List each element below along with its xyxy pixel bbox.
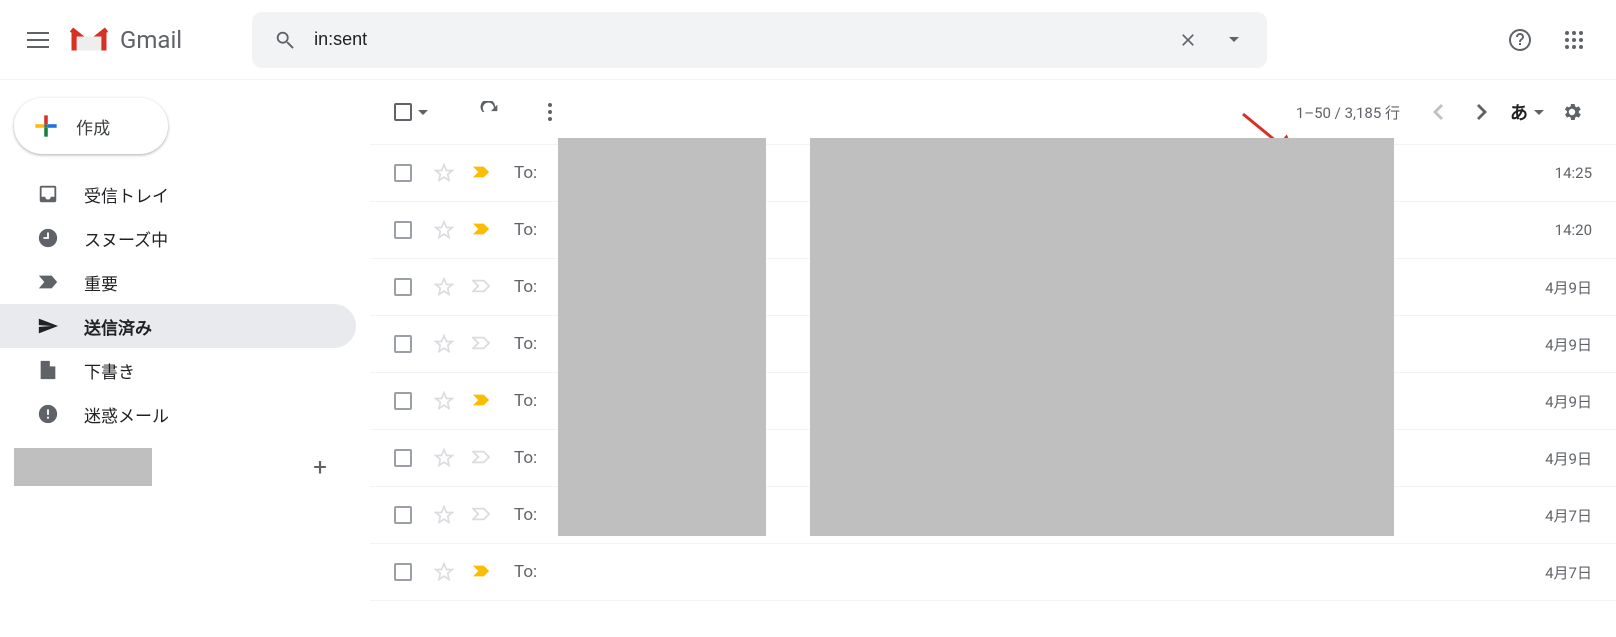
header-right [1456,16,1608,64]
importance-marker-icon[interactable] [472,450,490,466]
sidebar-item-spam[interactable]: 迷惑メール [0,392,356,436]
main-menu-button[interactable] [14,16,62,64]
content-area: 1–50 / 3,185 行 あ To: [370,80,1616,601]
inbox-icon [36,183,60,205]
importance-marker-icon[interactable] [472,165,490,181]
header-bar: Gmail [0,0,1616,80]
redacted-content-block [810,138,1394,536]
importance-marker-icon[interactable] [472,564,490,580]
importance-marker-icon[interactable] [472,222,490,238]
to-label: To: [514,220,558,240]
star-icon[interactable] [434,505,454,525]
to-label: To: [514,277,558,297]
row-checkbox[interactable] [394,392,412,410]
select-all-dropdown-icon[interactable] [418,110,428,115]
to-label: To: [514,163,558,183]
row-checkbox[interactable] [394,221,412,239]
email-time: 4月9日 [1545,334,1592,355]
star-icon[interactable] [434,448,454,468]
select-all-checkbox[interactable] [394,103,412,121]
row-checkbox[interactable] [394,449,412,467]
star-icon[interactable] [434,220,454,240]
sidebar-label-row: + [0,442,370,492]
importance-marker-icon[interactable] [472,507,490,523]
drafts-icon [36,359,60,381]
sidebar-item-sent[interactable]: 送信済み [0,304,356,348]
sidebar-item-label: 送信済み [84,314,152,339]
list-toolbar: 1–50 / 3,185 行 あ [370,80,1616,144]
email-time: 4月9日 [1545,277,1592,298]
add-label-button[interactable]: + [298,445,342,489]
refresh-button[interactable] [466,88,514,136]
gmail-logo[interactable]: Gmail [62,24,182,56]
sidebar-item-label: 受信トレイ [84,182,169,207]
sidebar-item-drafts[interactable]: 下書き [0,348,356,392]
settings-button[interactable] [1552,92,1592,132]
redacted-sender-block [558,138,766,536]
email-time: 14:20 [1555,221,1592,239]
sidebar-item-inbox[interactable]: 受信トレイ [0,172,356,216]
row-checkbox[interactable] [394,278,412,296]
importance-marker-icon[interactable] [472,336,490,352]
spam-icon [36,403,60,425]
chevron-down-icon [1534,110,1544,115]
to-label: To: [514,505,558,525]
email-row[interactable]: To: 4月7日 [370,544,1616,601]
pager-prev-button[interactable] [1418,92,1458,132]
compose-button[interactable]: 作成 [14,98,168,154]
sidebar-item-label: 迷惑メール [84,402,169,427]
sidebar: 作成 受信トレイ スヌーズ中 重要 送信済み 下書き [0,80,370,601]
gmail-logo-text: Gmail [120,26,182,54]
to-label: To: [514,562,558,582]
to-label: To: [514,448,558,468]
row-checkbox[interactable] [394,335,412,353]
pager-next-button[interactable] [1462,92,1502,132]
sidebar-item-important[interactable]: 重要 [0,260,356,304]
clear-search-icon[interactable] [1165,17,1211,63]
clock-icon [36,227,60,249]
sidebar-item-label: 下書き [84,358,135,383]
to-label: To: [514,391,558,411]
search-icon[interactable] [262,17,308,63]
sent-icon [36,316,60,336]
important-icon [36,273,60,291]
pager: 1–50 / 3,185 行 [1296,92,1502,132]
row-checkbox[interactable] [394,563,412,581]
star-icon[interactable] [434,562,454,582]
input-tools-label: あ [1510,99,1528,125]
importance-marker-icon[interactable] [472,393,490,409]
email-time: 4月9日 [1545,391,1592,412]
pager-info: 1–50 / 3,185 行 [1296,102,1400,123]
compose-plus-icon [30,110,62,142]
search-bar [252,12,1267,68]
email-time: 4月7日 [1545,505,1592,526]
star-icon[interactable] [434,334,454,354]
star-icon[interactable] [434,277,454,297]
sidebar-item-snoozed[interactable]: スヌーズ中 [0,216,356,260]
sidebar-item-label: スヌーズ中 [84,226,168,251]
support-icon[interactable] [1496,16,1544,64]
input-tools-button[interactable]: あ [1510,99,1544,125]
to-label: To: [514,334,558,354]
row-checkbox[interactable] [394,506,412,524]
select-all[interactable] [394,103,428,121]
apps-grid-icon[interactable] [1550,16,1598,64]
more-actions-button[interactable] [526,88,574,136]
sidebar-label-placeholder [14,448,152,486]
sidebar-item-label: 重要 [84,270,118,295]
importance-marker-icon[interactable] [472,279,490,295]
email-time: 4月9日 [1545,448,1592,469]
row-checkbox[interactable] [394,164,412,182]
star-icon[interactable] [434,391,454,411]
star-icon[interactable] [434,163,454,183]
compose-label: 作成 [76,114,111,139]
search-input[interactable] [308,29,1165,50]
search-options-icon[interactable] [1211,17,1257,63]
email-list: To: 受信トレイ 返信完了 テスト - 今日は涼しい日です 14:25 To:… [370,144,1616,601]
email-time: 14:25 [1555,164,1592,182]
email-time: 4月7日 [1545,562,1592,583]
